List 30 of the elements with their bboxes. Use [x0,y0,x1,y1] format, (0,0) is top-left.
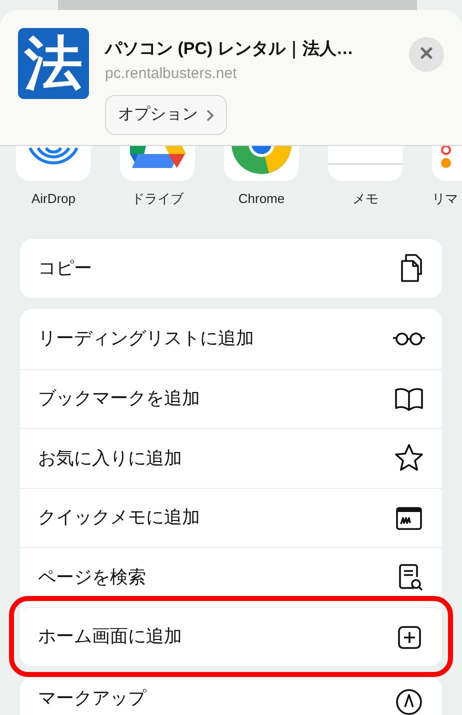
action-row[interactable]: ブックマークを追加 [20,368,442,428]
options-button[interactable]: オプション [105,95,227,135]
action-label: マークアップ [38,687,146,710]
action-label: お気に入りに追加 [38,446,182,470]
action-label: コピー [38,256,92,280]
action-label: リーディングリストに追加 [38,327,254,350]
chrome-icon[interactable] [224,146,299,181]
action-label: クイックメモに追加 [38,506,200,530]
action-row[interactable]: ホーム画面に追加 [20,606,442,666]
action-row[interactable]: クイックメモに追加 [20,488,442,547]
page-url: pc.rentalbusters.net [105,64,238,84]
action-label: ページを検索 [38,566,146,589]
action-label: ホーム画面に追加 [38,625,182,648]
app-label: メモ [352,190,378,208]
action-row[interactable]: お気に入りに追加 [20,428,442,488]
action-label: ブックマークを追加 [38,387,200,410]
airdrop-icon[interactable] [16,146,91,181]
action-row[interactable]: ページを検索 [20,547,442,606]
close-button[interactable]: ✕ [409,37,444,72]
action-row[interactable]: コピー [20,238,442,298]
chevron-icon [206,108,214,122]
app-label: AirDrop [31,190,76,208]
app-label: リマ [432,190,458,208]
app-label: Chrome [238,190,285,208]
drive-icon[interactable] [120,146,195,181]
app-label: ドライブ [132,190,184,208]
action-row[interactable]: マークアップ [20,677,442,715]
action-row[interactable]: リーディングリストに追加 [20,309,442,368]
page-title: パソコン (PC) レンタル｜法人… [105,38,354,60]
site-logo: 法 [18,28,89,99]
